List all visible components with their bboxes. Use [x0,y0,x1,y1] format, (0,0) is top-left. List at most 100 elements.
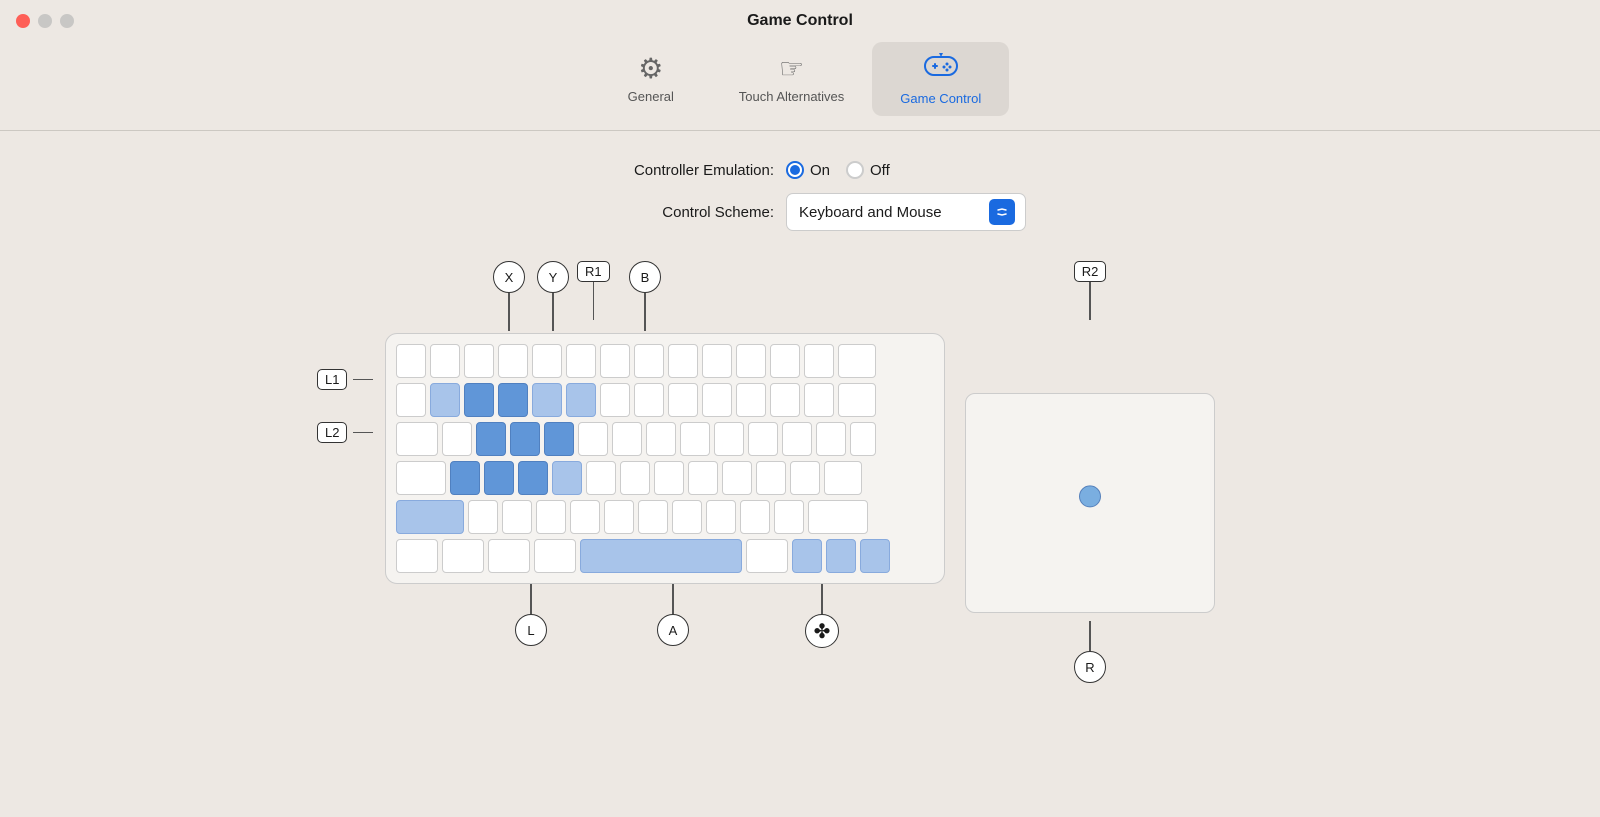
key-slash [774,500,804,534]
key-right [860,539,890,573]
key-o [714,422,744,456]
key-cmd-r [746,539,788,573]
key-cmd-l [534,539,576,573]
key-equal [804,383,834,417]
emulation-on-label: On [810,162,830,179]
dpad-label: ✤ [805,584,839,648]
key-5 [566,383,596,417]
key-z [468,500,498,534]
key-semi [756,461,786,495]
key-n [638,500,668,534]
key-f1 [430,344,460,378]
key-q [442,422,472,456]
dpad-line [821,584,823,614]
key-r [544,422,574,456]
key-f9 [702,344,732,378]
x-line [508,293,510,331]
close-button[interactable] [16,14,30,28]
key-f10 [736,344,766,378]
key-comma [706,500,736,534]
key-f12 [804,344,834,378]
key-h [620,461,650,495]
key-a [450,461,480,495]
key-backspace [838,383,876,417]
title-bar: Game Control [0,0,1600,28]
key-f3 [498,344,528,378]
a-label: A [657,584,689,646]
key-row-6 [396,539,934,573]
hand-icon: ☞ [779,55,804,83]
key-f11 [770,344,800,378]
emulation-on-option[interactable]: On [786,161,830,179]
key-7 [634,383,664,417]
key-l [722,461,752,495]
key-row-2 [396,383,934,417]
key-d [518,461,548,495]
key-x [502,500,532,534]
key-left [792,539,822,573]
toolbar: ⚙ General ☞ Touch Alternatives Game Cont… [0,28,1600,116]
dropdown-arrow-icon [989,199,1015,225]
key-c [536,500,566,534]
below-labels: L A ✤ [385,584,945,664]
dpad-badge: ✤ [805,614,839,648]
l1-badge: L1 [317,369,347,390]
maximize-button[interactable] [60,14,74,28]
l-label: L [515,584,547,646]
emulation-off-radio[interactable] [846,161,864,179]
r-badge: R [1074,651,1106,683]
key-period [740,500,770,534]
key-rshift [808,500,868,534]
diagram-outer: L1 L2 X Y [0,261,1600,683]
r1-badge: R1 [577,261,610,282]
emulation-off-option[interactable]: Off [846,161,890,179]
control-scheme-dropdown[interactable]: Keyboard and Mouse [786,193,1026,231]
emulation-on-radio[interactable] [786,161,804,179]
key-up-down [826,539,856,573]
key-3 [498,383,528,417]
key-v [570,500,600,534]
r-line [1089,621,1091,651]
key-tab [396,422,438,456]
a-badge: A [657,614,689,646]
key-y [612,422,642,456]
r2-label-container: R2 [1074,261,1107,333]
key-i [680,422,710,456]
y-label: Y [537,261,569,331]
key-backtick [396,383,426,417]
key-delete [838,344,876,378]
x-label: X [493,261,525,331]
key-p [748,422,778,456]
minimize-button[interactable] [38,14,52,28]
l2-label: L2 [317,422,373,443]
key-9 [702,383,732,417]
r-label-container: R [1074,621,1106,683]
key-row-3 [396,422,934,456]
key-fn [396,539,438,573]
b-line [644,293,646,331]
emulation-row: Controller Emulation: On Off [574,161,890,179]
key-lshift [396,500,464,534]
r2-line [1089,282,1091,320]
l-badge: L [515,614,547,646]
tab-touch-alternatives[interactable]: ☞ Touch Alternatives [711,45,873,114]
key-2 [464,383,494,417]
key-esc [396,344,426,378]
key-row-1 [396,344,934,378]
key-s [484,461,514,495]
tab-game-control[interactable]: Game Control [872,42,1009,116]
tab-general[interactable]: ⚙ General [591,45,711,114]
gamepad-icon [924,52,958,85]
l2-badge: L2 [317,422,347,443]
key-f6 [600,344,630,378]
l1-label: L1 [317,369,373,390]
emulation-radio-group: On Off [786,161,890,179]
settings-section: Controller Emulation: On Off Control Sch… [574,161,1026,231]
side-labels: L1 L2 [317,369,373,443]
key-e [510,422,540,456]
y-badge: Y [537,261,569,293]
key-m [672,500,702,534]
trackpad-dot [1079,485,1101,507]
gear-icon: ⚙ [638,55,663,83]
key-rbracket [816,422,846,456]
